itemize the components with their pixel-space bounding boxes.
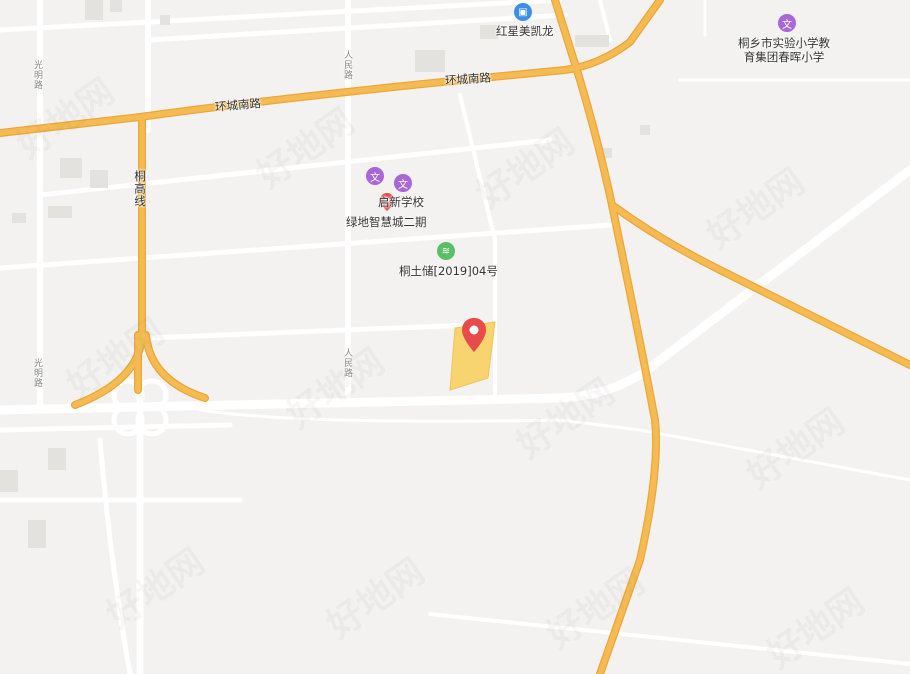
poi-label-hongxing[interactable]: 红星美凯龙 xyxy=(496,24,554,38)
road-label-renmin: 人民路 xyxy=(342,50,352,80)
poi-label-land-parcel[interactable]: 桐土储[2019]04号 xyxy=(399,264,498,278)
map-canvas[interactable]: 好地网 好地网 好地网 好地网 好地网 好地网 好地网 好地网 好地网 好地网 … xyxy=(0,0,910,674)
school-icon[interactable]: 文 xyxy=(778,14,796,32)
school-icon[interactable]: 文 xyxy=(366,167,384,185)
road-label-renmin: 人民路 xyxy=(342,348,352,378)
road-label-guangming: 光明路 xyxy=(32,60,42,90)
shop-icon[interactable]: ▣ xyxy=(514,3,532,21)
land-icon[interactable]: ≋ xyxy=(437,242,455,260)
road-label-guangming: 光明路 xyxy=(32,358,42,388)
map-pin-icon[interactable] xyxy=(462,318,486,352)
poi-label-qixin[interactable]: 启新学校 xyxy=(378,195,424,209)
poi-label-lvdi[interactable]: 绿地智慧城二期 xyxy=(346,215,427,229)
school-icon[interactable]: 文 xyxy=(394,174,412,192)
road-label-tonggao: 桐高线 xyxy=(133,170,147,208)
poi-label-chunhui[interactable]: 桐乡市实验小学教 育集团春晖小学 xyxy=(738,36,830,64)
map-base-layer xyxy=(0,0,910,674)
